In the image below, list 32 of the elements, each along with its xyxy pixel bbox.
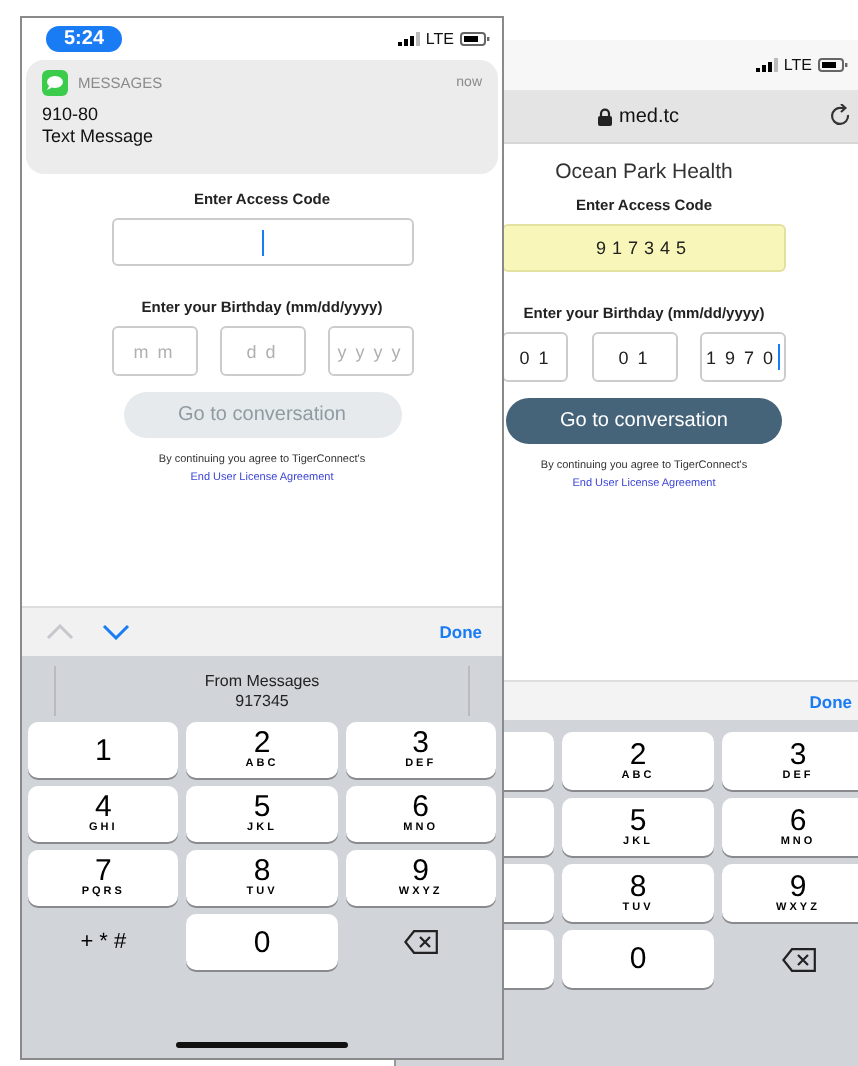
url-text: med.tc xyxy=(618,105,679,127)
date-field[interactable]: 0 1 xyxy=(591,332,677,382)
battery-icon xyxy=(460,31,490,45)
backspace-icon xyxy=(781,947,815,971)
delete-key[interactable] xyxy=(781,947,815,971)
organization-name: Ocean Park Health xyxy=(555,160,733,184)
done-button[interactable]: Done xyxy=(809,691,852,711)
symbols-key[interactable]: + * # xyxy=(80,930,127,954)
network-label: LTE xyxy=(425,29,454,47)
battery-icon xyxy=(818,58,848,72)
access-code-field[interactable]: 917345 xyxy=(502,224,786,272)
autofill-suggestion[interactable]: From Messages 917345 xyxy=(54,666,470,716)
clock-time: 5:24 xyxy=(46,25,123,51)
date-field[interactable]: 1 9 7 0 xyxy=(700,332,786,382)
chevron-down-icon[interactable] xyxy=(102,624,130,640)
messages-app-icon xyxy=(42,70,68,96)
signal-icon xyxy=(755,58,778,72)
date-field[interactable]: 0 1 xyxy=(502,332,568,382)
signal-icon xyxy=(397,31,420,45)
reload-icon[interactable] xyxy=(830,104,852,128)
message-preview: Text Message xyxy=(42,126,156,148)
keypad-key[interactable]: 0 xyxy=(186,914,338,970)
sender-name: 910-80 xyxy=(42,104,101,126)
access-code-field[interactable] xyxy=(111,218,413,266)
keypad-key[interactable]: 0 xyxy=(562,930,714,988)
go-to-conversation-button[interactable]: Go to conversation xyxy=(506,398,782,444)
keypad-key[interactable]: 1 xyxy=(28,722,179,778)
network-label: LTE xyxy=(783,56,812,74)
backspace-icon xyxy=(403,930,438,954)
delete-key[interactable] xyxy=(403,930,438,954)
lock-icon xyxy=(598,107,613,125)
done-button[interactable]: Done xyxy=(439,622,482,642)
